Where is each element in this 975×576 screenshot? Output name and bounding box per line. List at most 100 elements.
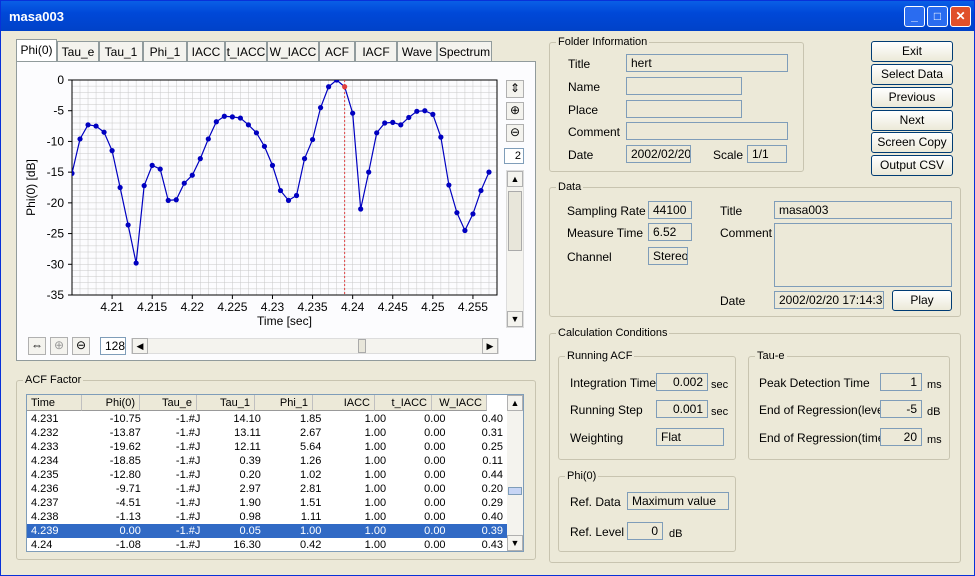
table-row[interactable]: 4.238 -1.13 -1.#J 0.98 1.11 1.00 0.00 0.40 [27, 510, 507, 524]
acf-scroll-thumb[interactable] [508, 487, 522, 495]
scroll-right-icon[interactable]: ▶ [482, 338, 498, 354]
previous-button[interactable]: Previous [871, 87, 953, 108]
zoom-out-icon[interactable]: ⊖ [506, 124, 524, 142]
folder-date-label: Date [568, 148, 594, 162]
tab-iacf[interactable]: IACF [355, 41, 397, 61]
table-row[interactable]: 4.231 -10.75 -1.#J 14.10 1.85 1.00 0.00 0.40 [27, 412, 507, 426]
folder-comment-field[interactable] [626, 122, 788, 140]
data-point [245, 122, 252, 128]
data-point [237, 115, 243, 121]
table-cell: 12.11 [234, 441, 261, 453]
h-zoom-in-icon[interactable]: ⊕ [50, 337, 68, 355]
column-header-t-iacc[interactable]: t_IACC [375, 395, 432, 411]
peak-detection-field[interactable]: 1 [880, 373, 922, 391]
output-csv-button[interactable]: Output CSV [871, 155, 953, 176]
column-header-iacc[interactable]: IACC [313, 395, 375, 411]
folder-date-field[interactable]: 2002/02/20 [626, 145, 691, 163]
folder-place-field[interactable] [626, 100, 742, 118]
minimize-icon[interactable]: _ [904, 6, 925, 27]
folder-scale-field[interactable]: 1/1 [747, 145, 787, 163]
play-button[interactable]: Play [892, 290, 952, 311]
column-header-w-iacc[interactable]: W_IACC [432, 395, 487, 411]
table-row[interactable]: 4.236 -9.71 -1.#J 2.97 2.81 1.00 0.00 0.20 [27, 482, 507, 496]
table-row[interactable]: 4.232 -13.87 -1.#J 13.11 2.67 1.00 0.00 0.31 [27, 426, 507, 440]
table-cell: 4.233 [31, 441, 59, 453]
table-row[interactable]: 4.235 -12.80 -1.#J 0.20 1.02 1.00 0.00 0.44 [27, 468, 507, 482]
column-header-phi-0-[interactable]: Phi(0) [82, 395, 140, 411]
table-row[interactable]: 4.239 0.00 -1.#J 0.05 1.00 1.00 0.00 0.39 [27, 524, 507, 538]
acf-scroll-up-icon[interactable]: ▲ [507, 395, 523, 411]
scroll-down-icon[interactable]: ▼ [507, 311, 523, 327]
ref-data-field[interactable]: Maximum value [627, 492, 729, 510]
column-header-phi-1[interactable]: Phi_1 [255, 395, 313, 411]
data-title-field[interactable]: masa003 [774, 201, 952, 219]
fit-vertical-icon[interactable]: ⇕ [506, 80, 524, 98]
vertical-scroll-thumb[interactable] [508, 191, 522, 251]
channel-field[interactable]: Stereo [648, 247, 688, 265]
folder-name-field[interactable] [626, 77, 742, 95]
table-cell: -1.#J [175, 455, 201, 467]
data-point [309, 136, 316, 143]
data-point [205, 136, 211, 142]
tab-iacc[interactable]: IACC [187, 41, 225, 61]
tab-wave[interactable]: Wave [397, 41, 437, 61]
horizontal-zoom-value[interactable]: 128 [100, 337, 126, 355]
column-header-tau-1[interactable]: Tau_1 [197, 395, 255, 411]
data-comment-field[interactable] [774, 223, 952, 287]
horizontal-scroll-thumb[interactable] [358, 339, 366, 353]
tab-tau-e[interactable]: Tau_e [57, 41, 99, 61]
eor-time-field[interactable]: 20 [880, 428, 922, 446]
tab-phi-1[interactable]: Phi_1 [143, 41, 187, 61]
weighting-field[interactable]: Flat [656, 428, 724, 446]
vertical-scrollbar[interactable]: ▲ ▼ [506, 170, 524, 328]
vertical-zoom-value[interactable]: 2 [504, 148, 524, 164]
data-point [422, 108, 428, 114]
data-point [197, 156, 203, 162]
tab-tau-1[interactable]: Tau_1 [99, 41, 143, 61]
acf-factor-list[interactable]: Time Phi(0) Tau_e Tau_1 Phi_1 IACC t_IACC W_IAC… [26, 394, 524, 552]
x-tick-label: 4.22 [181, 300, 205, 314]
column-header-tau-e[interactable]: Tau_e [140, 395, 197, 411]
tab-spectrum[interactable]: Spectrum [437, 41, 492, 61]
next-button[interactable]: Next [871, 110, 953, 131]
tau-e-group: Tau-e Peak Detection Time 1 ms End of Re… [748, 350, 950, 460]
running-acf-group: Running ACF Integration Time 0.002 sec R… [558, 350, 736, 460]
scroll-up-icon[interactable]: ▲ [507, 171, 523, 187]
select-data-button[interactable]: Select Data [871, 64, 953, 85]
table-cell: -4.51 [115, 497, 141, 509]
scroll-left-icon[interactable]: ◀ [132, 338, 148, 354]
table-row[interactable]: 4.233 -19.62 -1.#J 12.11 5.64 1.00 0.00 0.25 [27, 440, 507, 454]
table-row[interactable]: 4.234 -18.85 -1.#J 0.39 1.26 1.00 0.00 0.11 [27, 454, 507, 468]
tab-w-iacc[interactable]: W_IACC [267, 41, 319, 61]
maximize-icon[interactable]: □ [927, 6, 948, 27]
tab-phi-0-[interactable]: Phi(0) [16, 39, 57, 61]
h-zoom-out-icon[interactable]: ⊖ [72, 337, 90, 355]
eor-time-label: End of Regression(time) [759, 431, 889, 445]
close-icon[interactable]: ✕ [950, 6, 971, 27]
tab-t-iacc[interactable]: t_IACC [225, 41, 267, 61]
ref-level-field[interactable]: 0 [627, 522, 663, 540]
data-point [181, 180, 187, 186]
measure-time-field[interactable]: 6.52 [648, 223, 692, 241]
tab-acf[interactable]: ACF [319, 41, 355, 61]
acf-scrollbar[interactable]: ▲ ▼ [507, 395, 523, 551]
integration-time-field[interactable]: 0.002 [656, 373, 708, 391]
acf-scroll-down-icon[interactable]: ▼ [507, 535, 523, 551]
eor-level-field[interactable]: -5 [880, 400, 922, 418]
horizontal-scrollbar[interactable]: ◀ ▶ [131, 338, 499, 354]
table-row[interactable]: 4.24 -1.08 -1.#J 16.30 0.42 1.00 0.00 0.43 [27, 538, 507, 551]
folder-name-label: Name [568, 80, 601, 94]
exit-button[interactable]: Exit [871, 41, 953, 62]
title-bar[interactable]: masa003 _ □ ✕ [1, 1, 974, 31]
column-header-time[interactable]: Time [27, 395, 82, 411]
fit-horizontal-icon[interactable]: ⇔ [28, 337, 46, 355]
screen-copy-button[interactable]: Screen Copy [871, 132, 953, 153]
running-step-field[interactable]: 0.001 [656, 400, 708, 418]
table-cell: 0.00 [424, 413, 446, 425]
sampling-rate-field[interactable]: 44100 [648, 201, 692, 219]
table-row[interactable]: 4.237 -4.51 -1.#J 1.90 1.51 1.00 0.00 0.29 [27, 496, 507, 510]
folder-title-field[interactable]: hert [626, 54, 788, 72]
table-cell: 0.43 [481, 539, 503, 551]
zoom-in-icon[interactable]: ⊕ [506, 102, 524, 120]
data-date-field[interactable]: 2002/02/20 17:14:37 [774, 291, 884, 309]
